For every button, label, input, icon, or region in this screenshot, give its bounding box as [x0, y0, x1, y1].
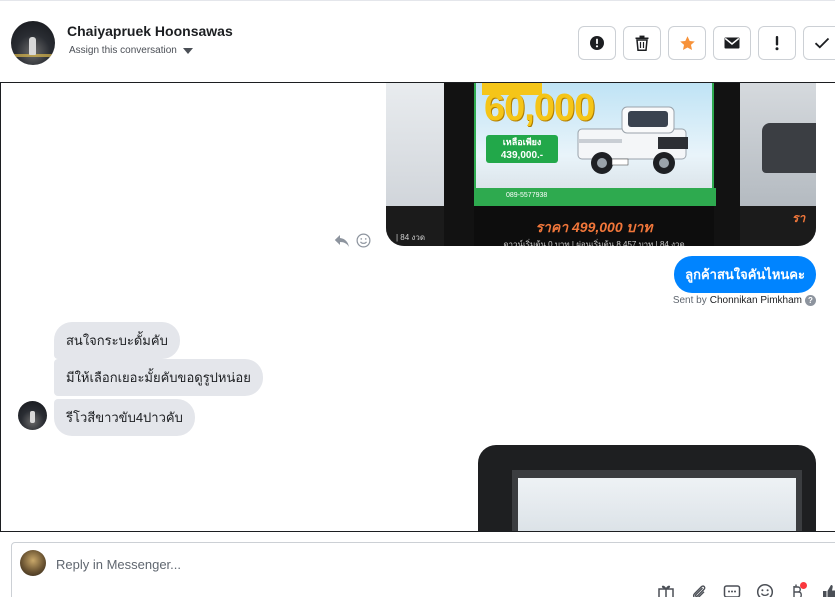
exclamation-icon — [775, 36, 779, 51]
car-card-featured: 60,000 เหลือเพียง 439,000.- 089-5577938 … — [474, 83, 716, 246]
remaining-price-badge: เหลือเพียง 439,000.- — [486, 135, 558, 163]
paperclip-icon[interactable] — [690, 583, 710, 597]
sent-by-label: Sent by Chonnikan Pimkham ? — [673, 295, 816, 306]
exclamation-circle-icon — [590, 36, 604, 50]
header-actions — [578, 26, 835, 60]
checkmark-icon — [814, 37, 830, 49]
assign-conversation-dropdown[interactable]: Assign this conversation — [69, 45, 193, 56]
reply-composer — [11, 542, 835, 597]
emoji-icon[interactable] — [756, 583, 776, 597]
reply-arrow-icon[interactable] — [334, 234, 350, 248]
outgoing-message[interactable]: ลูกค้าสนใจคันไหนคะ — [674, 256, 816, 293]
trash-icon — [635, 35, 649, 51]
notification-dot — [800, 582, 807, 589]
dealer-contact-bar: 089-5577938 — [476, 188, 716, 206]
finance-fine-print: ดาวน์เริ่มต้น 0 บาท | ผ่อนเริ่มต้น 8,457… — [503, 240, 685, 246]
conversation-page: Chaiyapruek Hoonsawas Assign this conver… — [0, 0, 835, 597]
page-avatar — [20, 550, 46, 576]
follow-up-button[interactable] — [758, 26, 796, 60]
car-card-right: รา — [740, 83, 816, 246]
car-price: ราคา 499,000 บาท — [535, 219, 653, 235]
pickup-truck-image — [577, 106, 688, 174]
car-listing-image[interactable]: | 84 งวด 60,000 เหลือเพียง 439,000.- 089… — [386, 83, 816, 246]
spam-button[interactable] — [578, 26, 616, 60]
shared-image-attachment[interactable] — [478, 445, 816, 531]
done-button[interactable] — [803, 26, 835, 60]
star-icon — [679, 35, 695, 50]
assign-label: Assign this conversation — [69, 45, 177, 56]
right-price-fragment: รา — [792, 211, 806, 225]
incoming-message[interactable]: สนใจกระบะดั้มคับ — [54, 322, 180, 359]
help-icon[interactable]: ? — [805, 295, 816, 306]
message-reaction-tools — [334, 233, 371, 248]
thumbs-up-icon[interactable] — [822, 583, 835, 597]
left-fine-print: | 84 งวด — [396, 233, 426, 242]
car-card-left: | 84 งวด — [386, 83, 444, 246]
message-thread[interactable]: | 84 งวด 60,000 เหลือเพียง 439,000.- 089… — [0, 82, 835, 532]
reply-input[interactable] — [56, 553, 616, 575]
saved-reply-icon[interactable] — [723, 583, 743, 597]
sender-name: Chonnikan Pimkham — [709, 295, 802, 306]
incoming-message[interactable]: มีให้เลือกเยอะมั้ยคับขอดูรูปหน่อย — [54, 359, 263, 396]
contact-avatar[interactable] — [11, 21, 55, 65]
emoji-reaction-icon[interactable] — [356, 233, 371, 248]
payment-icon[interactable] — [789, 582, 809, 597]
gift-icon[interactable] — [657, 583, 677, 597]
delete-button[interactable] — [623, 26, 661, 60]
composer-tools — [657, 582, 835, 597]
contact-name[interactable]: Chaiyapruek Hoonsawas — [67, 23, 233, 39]
star-button[interactable] — [668, 26, 706, 60]
incoming-message[interactable]: รีโวสีขาวขับ4ปาวคับ — [54, 399, 195, 436]
caret-down-icon — [182, 48, 193, 54]
sender-avatar[interactable] — [18, 401, 47, 430]
mark-unread-button[interactable] — [713, 26, 751, 60]
conversation-header: Chaiyapruek Hoonsawas Assign this conver… — [0, 0, 835, 83]
truck-photo: 60,000 เหลือเพียง 439,000.- 089-5577938 — [474, 83, 716, 206]
envelope-icon — [724, 37, 740, 49]
